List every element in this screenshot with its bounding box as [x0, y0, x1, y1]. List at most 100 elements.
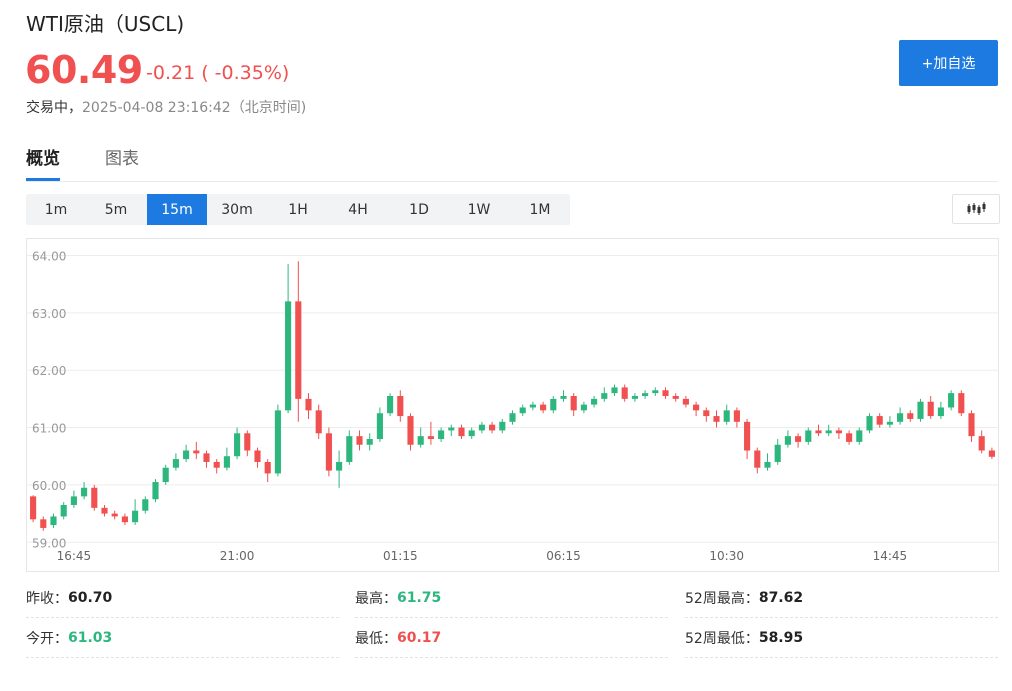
candle-body	[631, 396, 638, 399]
tab-bar: 概览 图表	[26, 140, 998, 182]
candle-body	[427, 436, 434, 440]
candle-body	[693, 404, 700, 411]
period-1mo[interactable]: 1M	[510, 194, 570, 225]
candle-body	[397, 396, 404, 417]
period-15m[interactable]: 15m	[147, 194, 207, 225]
candle-body	[254, 450, 261, 462]
period-4h[interactable]: 4H	[328, 194, 388, 225]
candle-body	[91, 487, 98, 508]
candle-body	[856, 430, 863, 442]
candle-body	[958, 393, 965, 414]
page-title: WTI原油（USCL)	[26, 12, 185, 36]
candlestick-icon	[967, 202, 986, 215]
candle-body	[193, 450, 200, 454]
status-prefix: 交易中，	[26, 100, 82, 116]
candle-body	[356, 436, 363, 445]
candle-body	[111, 513, 118, 517]
candle-body	[866, 416, 873, 431]
y-tick-label: 60.00	[32, 479, 66, 493]
chart-frame	[26, 238, 999, 572]
period-1m[interactable]: 1m	[26, 194, 86, 225]
tab-chart[interactable]: 图表	[105, 144, 139, 178]
candle-body	[529, 404, 536, 408]
candle-body	[81, 487, 88, 497]
period-1w[interactable]: 1W	[449, 194, 509, 225]
candle-body	[305, 398, 312, 411]
candle-body	[70, 496, 77, 505]
candle-body	[213, 461, 220, 468]
candle-body	[886, 421, 893, 425]
x-tick-label: 21:00	[220, 549, 255, 563]
candle-body	[121, 516, 128, 523]
candle-body	[142, 499, 149, 511]
stat-label: 最低：	[355, 631, 397, 647]
candle-body	[784, 436, 791, 445]
stat-label: 最高：	[355, 591, 397, 607]
candlestick-chart[interactable]: 64.0063.0062.0061.0060.0059.00 16:45 21:0…	[26, 238, 999, 572]
stat-prev-close: 昨收： 60.70	[26, 579, 339, 618]
candle-body	[601, 393, 608, 399]
stat-label: 今开：	[26, 631, 68, 647]
candle-body	[407, 416, 414, 445]
candle-body	[570, 396, 577, 411]
trading-status: 交易中，2025-04-08 23:16:42（北京时间)	[26, 97, 306, 117]
period-30m[interactable]: 30m	[207, 194, 267, 225]
chart-type-button[interactable]	[952, 194, 1000, 224]
candle-body	[30, 496, 37, 520]
candle-body	[244, 433, 251, 451]
period-selector: 1m 5m 15m 30m 1H 4H 1D 1W 1M	[26, 194, 570, 225]
candle-body	[733, 410, 740, 422]
stat-value: 60.70	[68, 590, 113, 606]
candle-body	[672, 396, 679, 399]
x-tick-label: 01:15	[383, 549, 418, 563]
candle-body	[458, 427, 465, 437]
stat-label: 昨收：	[26, 591, 68, 607]
candle-body	[499, 421, 506, 431]
candle-body	[346, 436, 353, 462]
candle-body	[917, 401, 924, 419]
candle-body	[234, 433, 241, 457]
stat-high: 最高： 61.75	[355, 579, 668, 618]
stat-open: 今开： 61.03	[26, 619, 339, 658]
period-5m[interactable]: 5m	[86, 194, 146, 225]
candle-body	[336, 461, 343, 471]
candle-body	[795, 436, 802, 442]
candle-body	[948, 393, 955, 408]
add-watchlist-button[interactable]: +加自选	[899, 40, 998, 86]
candle-body	[703, 410, 710, 417]
candle-body	[907, 413, 914, 419]
candle-body	[846, 433, 853, 442]
candle-body	[713, 416, 720, 422]
candle-body	[825, 430, 832, 434]
stat-value: 58.95	[758, 630, 804, 646]
candle-body	[478, 424, 485, 431]
candle-body	[438, 430, 445, 440]
tab-overview[interactable]: 概览	[26, 144, 60, 181]
stat-low: 最低： 60.17	[355, 619, 668, 658]
candle-body	[978, 436, 985, 451]
stat-value: 61.03	[68, 630, 113, 646]
y-tick-label: 61.00	[32, 422, 66, 436]
candle-body	[580, 404, 587, 411]
candle-body	[815, 430, 822, 434]
x-tick-label: 06:15	[546, 549, 581, 563]
candle-body	[754, 450, 761, 468]
candle-body	[509, 413, 516, 422]
candle-body	[591, 398, 598, 405]
candle-body	[60, 504, 67, 517]
candle-body	[223, 456, 230, 468]
candle-body	[835, 430, 842, 434]
stat-label: 52周最低：	[685, 631, 759, 647]
candle-body	[172, 459, 179, 468]
period-1d[interactable]: 1D	[389, 194, 449, 225]
candle-body	[642, 393, 649, 396]
y-tick-label: 64.00	[32, 249, 66, 263]
price-change: -0.21 ( -0.35%)	[146, 62, 290, 84]
period-1h[interactable]: 1H	[268, 194, 328, 225]
stat-value: 60.17	[397, 630, 442, 646]
candle-body	[744, 421, 751, 451]
x-tick-label: 14:45	[873, 549, 908, 563]
candle-body	[40, 519, 47, 528]
candle-body	[621, 387, 628, 399]
stat-value: 61.75	[397, 590, 442, 606]
